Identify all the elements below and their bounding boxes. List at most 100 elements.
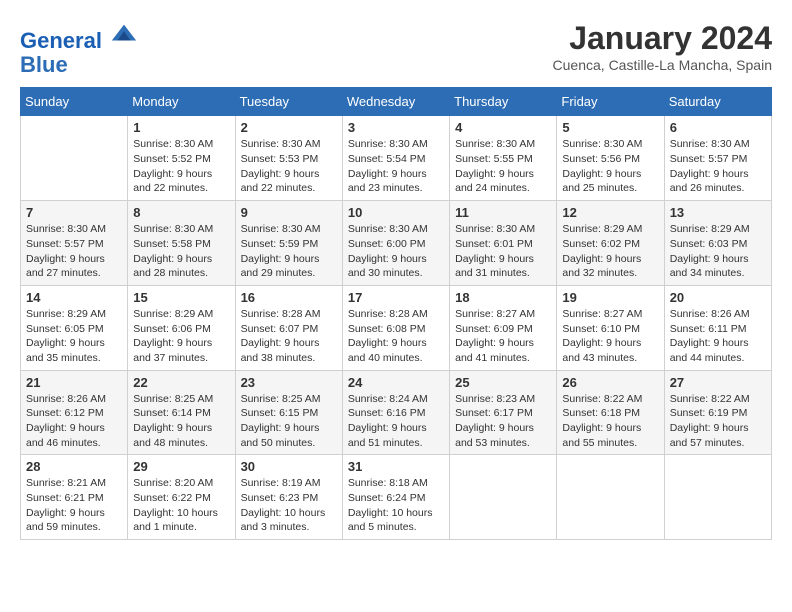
table-row: 12 Sunrise: 8:29 AMSunset: 6:02 PMDayligh… bbox=[557, 201, 664, 286]
table-row: 25 Sunrise: 8:23 AMSunset: 6:17 PMDayligh… bbox=[450, 370, 557, 455]
day-number: 2 bbox=[241, 120, 337, 135]
table-row: 30 Sunrise: 8:19 AMSunset: 6:23 PMDayligh… bbox=[235, 455, 342, 540]
table-row: 15 Sunrise: 8:29 AMSunset: 6:06 PMDayligh… bbox=[128, 285, 235, 370]
day-info: Sunrise: 8:30 AMSunset: 5:59 PMDaylight:… bbox=[241, 222, 337, 281]
day-number: 9 bbox=[241, 205, 337, 220]
calendar-week-row: 28 Sunrise: 8:21 AMSunset: 6:21 PMDayligh… bbox=[21, 455, 772, 540]
header-saturday: Saturday bbox=[664, 88, 771, 116]
day-number: 23 bbox=[241, 375, 337, 390]
header-sunday: Sunday bbox=[21, 88, 128, 116]
calendar-week-row: 21 Sunrise: 8:26 AMSunset: 6:12 PMDayligh… bbox=[21, 370, 772, 455]
table-row: 5 Sunrise: 8:30 AMSunset: 5:56 PMDaylight… bbox=[557, 116, 664, 201]
day-info: Sunrise: 8:18 AMSunset: 6:24 PMDaylight:… bbox=[348, 476, 444, 535]
day-number: 31 bbox=[348, 459, 444, 474]
calendar-week-row: 7 Sunrise: 8:30 AMSunset: 5:57 PMDaylight… bbox=[21, 201, 772, 286]
day-info: Sunrise: 8:29 AMSunset: 6:05 PMDaylight:… bbox=[26, 307, 122, 366]
day-number: 13 bbox=[670, 205, 766, 220]
table-row: 14Sunrise: 8:29 AMSunset: 6:05 PMDayligh… bbox=[21, 285, 128, 370]
day-number: 6 bbox=[670, 120, 766, 135]
day-info: Sunrise: 8:30 AMSunset: 5:54 PMDaylight:… bbox=[348, 137, 444, 196]
day-info: Sunrise: 8:22 AMSunset: 6:18 PMDaylight:… bbox=[562, 392, 658, 451]
table-row: 2 Sunrise: 8:30 AMSunset: 5:53 PMDaylight… bbox=[235, 116, 342, 201]
day-number: 12 bbox=[562, 205, 658, 220]
day-number: 7 bbox=[26, 205, 122, 220]
day-number: 22 bbox=[133, 375, 229, 390]
day-number: 17 bbox=[348, 290, 444, 305]
day-number: 28 bbox=[26, 459, 122, 474]
day-info: Sunrise: 8:30 AMSunset: 5:57 PMDaylight:… bbox=[26, 222, 122, 281]
table-row: 21 Sunrise: 8:26 AMSunset: 6:12 PMDayligh… bbox=[21, 370, 128, 455]
day-info: Sunrise: 8:19 AMSunset: 6:23 PMDaylight:… bbox=[241, 476, 337, 535]
day-number: 29 bbox=[133, 459, 229, 474]
day-number: 11 bbox=[455, 205, 551, 220]
day-info: Sunrise: 8:29 AMSunset: 6:03 PMDaylight:… bbox=[670, 222, 766, 281]
day-number: 25 bbox=[455, 375, 551, 390]
day-info: Sunrise: 8:28 AMSunset: 6:07 PMDaylight:… bbox=[241, 307, 337, 366]
day-number: 19 bbox=[562, 290, 658, 305]
logo: General Blue bbox=[20, 20, 138, 77]
table-row bbox=[557, 455, 664, 540]
table-row: 3 Sunrise: 8:30 AMSunset: 5:54 PMDaylight… bbox=[342, 116, 449, 201]
table-row: 19 Sunrise: 8:27 AMSunset: 6:10 PMDayligh… bbox=[557, 285, 664, 370]
day-info: Sunrise: 8:30 AMSunset: 5:52 PMDaylight:… bbox=[133, 137, 229, 196]
day-number: 3 bbox=[348, 120, 444, 135]
table-row: 27Sunrise: 8:22 AMSunset: 6:19 PMDayligh… bbox=[664, 370, 771, 455]
day-number: 21 bbox=[26, 375, 122, 390]
day-number: 5 bbox=[562, 120, 658, 135]
day-info: Sunrise: 8:25 AMSunset: 6:15 PMDaylight:… bbox=[241, 392, 337, 451]
weekday-header-row: Sunday Monday Tuesday Wednesday Thursday… bbox=[21, 88, 772, 116]
table-row: 7 Sunrise: 8:30 AMSunset: 5:57 PMDaylight… bbox=[21, 201, 128, 286]
day-info: Sunrise: 8:30 AMSunset: 6:01 PMDaylight:… bbox=[455, 222, 551, 281]
day-info: Sunrise: 8:30 AMSunset: 5:55 PMDaylight:… bbox=[455, 137, 551, 196]
day-info: Sunrise: 8:23 AMSunset: 6:17 PMDaylight:… bbox=[455, 392, 551, 451]
day-info: Sunrise: 8:24 AMSunset: 6:16 PMDaylight:… bbox=[348, 392, 444, 451]
table-row: 13 Sunrise: 8:29 AMSunset: 6:03 PMDayligh… bbox=[664, 201, 771, 286]
table-row bbox=[664, 455, 771, 540]
day-info: Sunrise: 8:29 AMSunset: 6:02 PMDaylight:… bbox=[562, 222, 658, 281]
day-info: Sunrise: 8:26 AMSunset: 6:11 PMDaylight:… bbox=[670, 307, 766, 366]
table-row: 6 Sunrise: 8:30 AMSunset: 5:57 PMDaylight… bbox=[664, 116, 771, 201]
day-info: Sunrise: 8:30 AMSunset: 5:58 PMDaylight:… bbox=[133, 222, 229, 281]
page-header: General Blue January 2024 Cuenca, Castil… bbox=[20, 20, 772, 77]
month-title: January 2024 bbox=[553, 20, 772, 57]
table-row: 29 Sunrise: 8:20 AMSunset: 6:22 PMDayligh… bbox=[128, 455, 235, 540]
table-row: 28 Sunrise: 8:21 AMSunset: 6:21 PMDayligh… bbox=[21, 455, 128, 540]
table-row: 11 Sunrise: 8:30 AMSunset: 6:01 PMDayligh… bbox=[450, 201, 557, 286]
location: Cuenca, Castille-La Mancha, Spain bbox=[553, 57, 772, 73]
header-wednesday: Wednesday bbox=[342, 88, 449, 116]
day-info: Sunrise: 8:26 AMSunset: 6:12 PMDaylight:… bbox=[26, 392, 122, 451]
logo-icon bbox=[110, 20, 138, 48]
day-info: Sunrise: 8:21 AMSunset: 6:21 PMDaylight:… bbox=[26, 476, 122, 535]
day-number: 18 bbox=[455, 290, 551, 305]
header-thursday: Thursday bbox=[450, 88, 557, 116]
day-info: Sunrise: 8:30 AMSunset: 5:57 PMDaylight:… bbox=[670, 137, 766, 196]
title-block: January 2024 Cuenca, Castille-La Mancha,… bbox=[553, 20, 772, 73]
calendar-table: Sunday Monday Tuesday Wednesday Thursday… bbox=[20, 87, 772, 540]
day-info: Sunrise: 8:30 AMSunset: 5:53 PMDaylight:… bbox=[241, 137, 337, 196]
table-row: 20Sunrise: 8:26 AMSunset: 6:11 PMDayligh… bbox=[664, 285, 771, 370]
day-info: Sunrise: 8:27 AMSunset: 6:09 PMDaylight:… bbox=[455, 307, 551, 366]
table-row: 24 Sunrise: 8:24 AMSunset: 6:16 PMDayligh… bbox=[342, 370, 449, 455]
table-row: 1 Sunrise: 8:30 AMSunset: 5:52 PMDaylight… bbox=[128, 116, 235, 201]
table-row: 31 Sunrise: 8:18 AMSunset: 6:24 PMDayligh… bbox=[342, 455, 449, 540]
day-number: 24 bbox=[348, 375, 444, 390]
calendar-week-row: 1 Sunrise: 8:30 AMSunset: 5:52 PMDaylight… bbox=[21, 116, 772, 201]
day-info: Sunrise: 8:20 AMSunset: 6:22 PMDaylight:… bbox=[133, 476, 229, 535]
day-info: Sunrise: 8:29 AMSunset: 6:06 PMDaylight:… bbox=[133, 307, 229, 366]
table-row: 8Sunrise: 8:30 AMSunset: 5:58 PMDaylight… bbox=[128, 201, 235, 286]
day-number: 1 bbox=[133, 120, 229, 135]
day-number: 30 bbox=[241, 459, 337, 474]
day-number: 16 bbox=[241, 290, 337, 305]
day-info: Sunrise: 8:25 AMSunset: 6:14 PMDaylight:… bbox=[133, 392, 229, 451]
header-tuesday: Tuesday bbox=[235, 88, 342, 116]
table-row: 4Sunrise: 8:30 AMSunset: 5:55 PMDaylight… bbox=[450, 116, 557, 201]
table-row: 9 Sunrise: 8:30 AMSunset: 5:59 PMDaylight… bbox=[235, 201, 342, 286]
day-number: 15 bbox=[133, 290, 229, 305]
table-row: 22 Sunrise: 8:25 AMSunset: 6:14 PMDayligh… bbox=[128, 370, 235, 455]
day-info: Sunrise: 8:27 AMSunset: 6:10 PMDaylight:… bbox=[562, 307, 658, 366]
table-row bbox=[450, 455, 557, 540]
header-friday: Friday bbox=[557, 88, 664, 116]
calendar-week-row: 14Sunrise: 8:29 AMSunset: 6:05 PMDayligh… bbox=[21, 285, 772, 370]
day-info: Sunrise: 8:30 AMSunset: 5:56 PMDaylight:… bbox=[562, 137, 658, 196]
day-info: Sunrise: 8:30 AMSunset: 6:00 PMDaylight:… bbox=[348, 222, 444, 281]
